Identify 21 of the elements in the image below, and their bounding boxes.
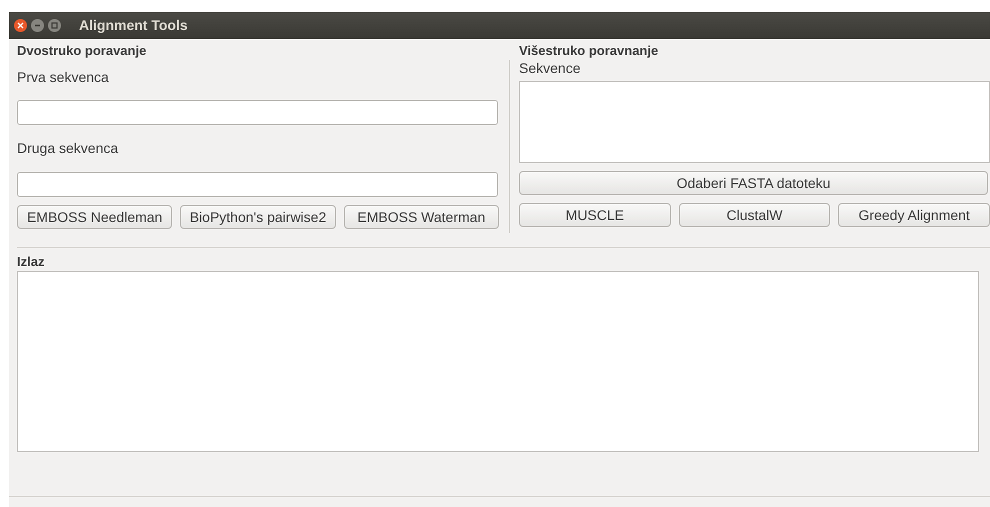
output-text-area[interactable] — [17, 271, 979, 452]
algorithm-button[interactable]: BioPython's pairwise2 — [180, 205, 336, 229]
window-title: Alignment Tools — [79, 16, 188, 35]
field-label: Prva sekvenca — [17, 68, 110, 86]
maximize-icon[interactable] — [48, 19, 61, 32]
file-button[interactable]: Odaberi FASTA datoteku — [519, 171, 988, 195]
algorithm-button[interactable]: MUSCLE — [519, 203, 671, 227]
algorithm-button[interactable]: EMBOSS Needleman — [17, 205, 172, 229]
input-field[interactable] — [17, 172, 498, 197]
algorithm-button[interactable]: ClustalW — [678, 203, 830, 227]
section-title: Višestruko poravnanje — [519, 42, 660, 59]
minimize-icon[interactable] — [31, 19, 44, 32]
input-field[interactable] — [17, 100, 498, 125]
field-label: Sekvence — [519, 59, 582, 77]
algorithm-button[interactable]: Greedy Alignment — [838, 203, 990, 227]
field-label: Druga sekvenca — [17, 139, 120, 157]
close-icon[interactable] — [14, 19, 27, 32]
section-title: Dvostruko poravanje — [17, 42, 148, 59]
algorithm-button[interactable]: EMBOSS Waterman — [344, 205, 499, 229]
section-title: Izlaz — [17, 253, 46, 270]
sequences-text-area[interactable] — [519, 81, 990, 163]
